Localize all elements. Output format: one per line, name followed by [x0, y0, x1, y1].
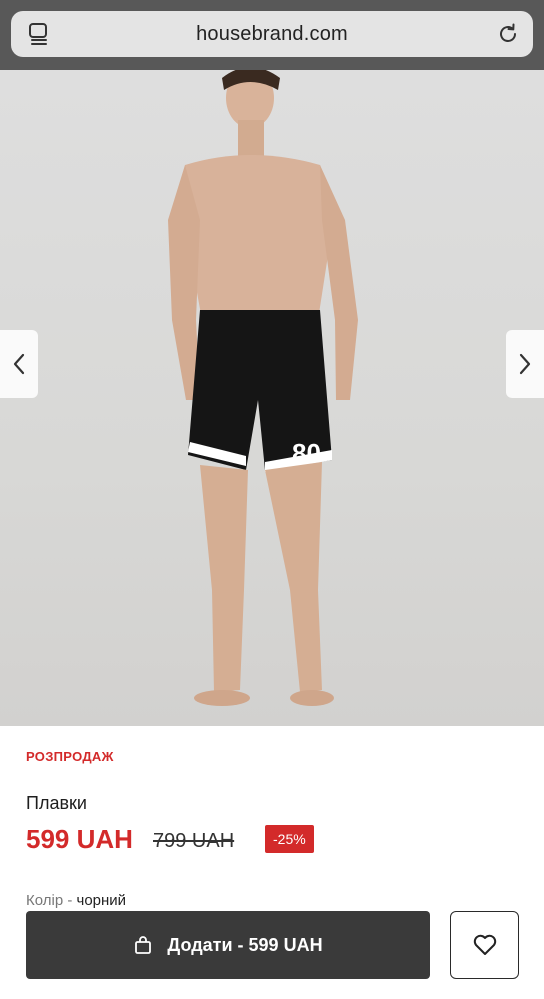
chevron-left-icon: [13, 353, 25, 375]
wishlist-button[interactable]: [450, 911, 519, 979]
color-label: Колір -: [26, 892, 77, 909]
sale-badge: РОЗПРОДАЖ: [26, 749, 114, 764]
next-image-button[interactable]: [506, 330, 544, 398]
current-price: 599 UAH: [26, 824, 133, 854]
color-value: чорний: [76, 892, 127, 909]
product-photo: 80: [168, 70, 358, 706]
add-to-cart-label: Додати - 599 UAH: [167, 934, 323, 955]
previous-image-button[interactable]: [0, 330, 38, 398]
shopping-bag-icon: [135, 936, 152, 954]
chevron-right-icon: [519, 353, 531, 375]
address-bar[interactable]: housebrand.com: [11, 11, 533, 57]
reload-icon[interactable]: [496, 22, 520, 46]
heart-icon: [473, 934, 496, 955]
color-row: Колір - чорний: [26, 892, 126, 909]
discount-badge: -25%: [265, 825, 314, 853]
browser-toolbar: housebrand.com: [0, 0, 544, 70]
url-text[interactable]: housebrand.com: [11, 23, 533, 46]
old-price: 799 UAH: [153, 830, 235, 852]
product-info: РОЗПРОДАЖ Плавки 599 UAH 799 UAH -25% Ко…: [0, 726, 544, 999]
product-image[interactable]: 80: [0, 70, 544, 726]
add-to-cart-button[interactable]: Додати - 599 UAH: [26, 911, 430, 979]
product-title: Плавки: [26, 793, 87, 813]
